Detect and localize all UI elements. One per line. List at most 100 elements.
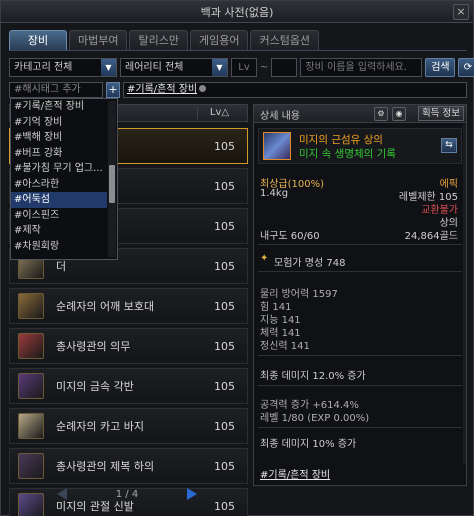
item-icon	[18, 293, 44, 319]
dropdown-item[interactable]: #차원회랑	[11, 239, 107, 255]
rarity-select[interactable]: 레어리티 전체 ▼	[120, 58, 228, 77]
hashtag-row: #해시태그 추가 + #기록/흔적 장비	[9, 81, 467, 98]
item-durability: 내구도 60/60	[260, 231, 320, 242]
set-option: 최종 데미지 10% 증가	[260, 439, 357, 450]
tab-divider	[9, 50, 467, 51]
tab-game-terms[interactable]: 게임용어	[189, 30, 249, 50]
remove-tag-icon[interactable]	[199, 84, 207, 92]
divider	[258, 385, 462, 386]
close-icon[interactable]: ×	[453, 4, 469, 20]
list-item[interactable]: 순례자의 카고 바지 105	[9, 408, 248, 444]
title-bar[interactable]: 백과 사전(없음) ×	[1, 1, 473, 23]
list-item-name: 더	[56, 260, 67, 273]
fame-icon: ✦	[260, 253, 269, 264]
dropdown-item[interactable]: #어둑섬	[11, 192, 107, 208]
add-hashtag-button[interactable]: +	[106, 81, 120, 98]
detail-scrollbar[interactable]	[463, 124, 466, 464]
list-item[interactable]: 미지의 금속 각반 105	[9, 368, 248, 404]
dropdown-item[interactable]: #이스핀즈	[11, 208, 107, 224]
item-price: 24,864골드	[404, 231, 458, 242]
item-hashtag-link[interactable]: #기록/흔적 장비	[260, 466, 330, 481]
lv-max-input[interactable]	[271, 58, 298, 77]
list-item-level: 105	[214, 139, 235, 153]
tab-bar: 장비 마법부여 탈리스만 게임용어 커스텀옵션	[9, 30, 320, 50]
swap-icon[interactable]: ⇆	[441, 138, 457, 153]
obtain-info-button[interactable]: 획득 정보	[418, 106, 464, 121]
list-item-name: 순례자의 카고 바지	[56, 420, 144, 433]
window-title: 백과 사전(없음)	[200, 5, 274, 19]
item-icon	[263, 132, 291, 160]
eye-icon[interactable]: ◉	[392, 107, 406, 121]
compare-icon[interactable]: ⚙	[374, 107, 388, 121]
list-item-level: 105	[214, 459, 235, 473]
dropdown-scrollbar[interactable]	[108, 101, 116, 257]
selected-tag[interactable]: #기록/흔적 장비	[127, 84, 197, 95]
stat-line: 정신력 141	[260, 341, 310, 352]
list-item-level: 105	[214, 379, 235, 393]
item-icon	[18, 333, 44, 359]
refresh-icon[interactable]: ⟳	[458, 58, 474, 77]
tab-equipment[interactable]: 장비	[9, 30, 67, 50]
dropdown-item[interactable]: #아스라한	[11, 177, 107, 193]
divider	[258, 244, 462, 245]
dropdown-scroll-thumb[interactable]	[109, 165, 115, 203]
item-fame: 모험가 명성 748	[274, 258, 346, 269]
item-icon	[18, 373, 44, 399]
item-icon	[18, 493, 44, 516]
dropdown-item[interactable]: #기록/흔적 장비	[11, 99, 107, 115]
page-indicator: 1 / 4	[115, 488, 139, 500]
chevron-down-icon: ▼	[101, 59, 116, 76]
hashtag-dropdown: #기록/흔적 장비 #기억 장비 #백해 장비 #버프 강화 #불가침 무기 업그...…	[10, 98, 118, 260]
lv-sort-button[interactable]: Lv△	[197, 106, 241, 120]
list-item-level: 105	[214, 339, 235, 353]
lv-range-separator: ~	[260, 62, 269, 73]
category-select[interactable]: 카테고리 전체 ▼	[9, 58, 117, 77]
dropdown-item[interactable]: #불가침 무기 업그...	[11, 161, 107, 177]
lv-min-input[interactable]: Lv	[231, 58, 257, 77]
list-item[interactable]: 총사령관의 제복 하의 105	[9, 448, 248, 484]
list-item-level: 105	[214, 259, 235, 273]
final-damage-option: 최종 데미지 12.0% 증가	[260, 371, 366, 382]
category-select-value: 카테고리 전체	[14, 62, 73, 73]
pagination: 1 / 4	[57, 486, 197, 502]
divider	[258, 427, 462, 428]
tab-talisman[interactable]: 탈리스만	[129, 30, 188, 50]
dropdown-item[interactable]: #제작	[11, 223, 107, 239]
divider	[258, 271, 462, 272]
rarity-select-value: 레어리티 전체	[125, 62, 184, 73]
encyclopedia-window: 백과 사전(없음) × 장비 마법부여 탈리스만 게임용어 커스텀옵션 카테고리…	[0, 0, 474, 516]
next-page-icon[interactable]	[186, 488, 197, 500]
tab-enchant[interactable]: 마법부여	[69, 30, 128, 50]
list-item-level: 105	[214, 179, 235, 193]
search-input[interactable]: 장비 이름을 입력하세요.	[300, 58, 423, 77]
chevron-down-icon: ▼	[212, 59, 227, 76]
item-icon	[18, 453, 44, 479]
list-item[interactable]: 순례자의 어깨 보호대 105	[9, 288, 248, 324]
selected-tags-bar: #기록/흔적 장비	[123, 81, 467, 98]
dropdown-item[interactable]: #백해 장비	[11, 130, 107, 146]
search-button[interactable]: 검색	[425, 58, 456, 77]
growth-level: 레벨 1/80 (EXP 0.00%)	[260, 413, 370, 424]
item-name: 미지의 근섬유 상의	[299, 134, 383, 146]
item-subtitle: 미지 속 생명체의 기록	[299, 148, 396, 160]
item-icon	[18, 413, 44, 439]
list-item-name: 총사령관의 제복 하의	[56, 460, 155, 473]
list-item-name: 순례자의 어깨 보호대	[56, 300, 155, 313]
item-card: 미지의 근섬유 상의 미지 속 생명체의 기록 ⇆	[258, 128, 462, 164]
dropdown-item[interactable]: #버프 강화	[11, 146, 107, 162]
list-item-level: 105	[214, 499, 235, 513]
list-item-name: 미지의 금속 각반	[56, 380, 134, 393]
list-item-level: 105	[214, 219, 235, 233]
tab-custom-option[interactable]: 커스텀옵션	[250, 30, 320, 50]
list-item-level: 105	[214, 299, 235, 313]
detail-title: 상세 내용	[260, 111, 300, 122]
detail-panel: 상세 내용 ⚙ ◉ 획득 정보 미지의 근섬유 상의 미지 속 생명체의 기록 …	[253, 104, 467, 486]
dropdown-item[interactable]: #기억 장비	[11, 115, 107, 131]
list-item-name: 총사령관의 의무	[56, 340, 131, 353]
divider	[258, 355, 462, 356]
prev-page-icon[interactable]	[57, 488, 67, 500]
hashtag-input[interactable]: #해시태그 추가	[9, 81, 103, 98]
list-item[interactable]: 총사령관의 의무 105	[9, 328, 248, 364]
list-item-level: 105	[214, 419, 235, 433]
item-weight: 1.4kg	[260, 188, 289, 199]
